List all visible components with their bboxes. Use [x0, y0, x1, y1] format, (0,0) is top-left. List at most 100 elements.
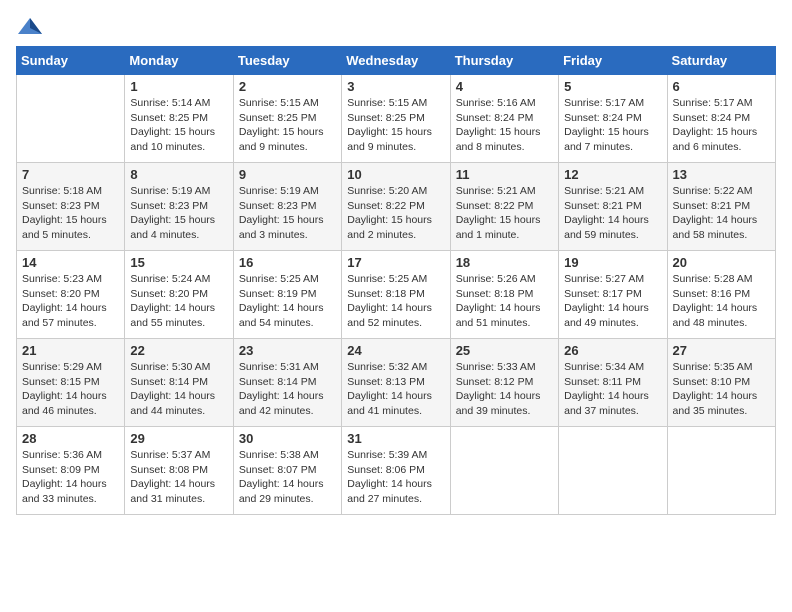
day-number: 16 — [239, 255, 336, 270]
week-row-2: 7 Sunrise: 5:18 AM Sunset: 8:23 PM Daylig… — [17, 163, 776, 251]
day-info: Sunrise: 5:37 AM Sunset: 8:08 PM Dayligh… — [130, 448, 227, 507]
day-number: 17 — [347, 255, 444, 270]
day-info: Sunrise: 5:17 AM Sunset: 8:24 PM Dayligh… — [564, 96, 661, 155]
week-row-5: 28 Sunrise: 5:36 AM Sunset: 8:09 PM Dayli… — [17, 427, 776, 515]
calendar-cell — [559, 427, 667, 515]
day-number: 31 — [347, 431, 444, 446]
day-info: Sunrise: 5:25 AM Sunset: 8:18 PM Dayligh… — [347, 272, 444, 331]
calendar-cell: 23Sunrise: 5:31 AM Sunset: 8:14 PM Dayli… — [233, 339, 341, 427]
day-number: 27 — [673, 343, 770, 358]
day-number: 13 — [673, 167, 770, 182]
day-number: 19 — [564, 255, 661, 270]
calendar-cell: 17 Sunrise: 5:25 AM Sunset: 8:18 PM Dayli… — [342, 251, 450, 339]
day-number: 26 — [564, 343, 661, 358]
calendar-table: SundayMondayTuesdayWednesdayThursdayFrid… — [16, 46, 776, 515]
calendar-cell: 31 Sunrise: 5:39 AM Sunset: 8:06 PM Dayli… — [342, 427, 450, 515]
calendar-cell: 7 Sunrise: 5:18 AM Sunset: 8:23 PM Daylig… — [17, 163, 125, 251]
day-info: Sunrise: 5:14 AM Sunset: 8:25 PM Dayligh… — [130, 96, 227, 155]
day-number: 24 — [347, 343, 444, 358]
calendar-cell: 4 Sunrise: 5:16 AM Sunset: 8:24 PM Daylig… — [450, 75, 558, 163]
day-info: Sunrise: 5:19 AM Sunset: 8:23 PM Dayligh… — [239, 184, 336, 243]
calendar-cell: 12 Sunrise: 5:21 AM Sunset: 8:21 PM Dayli… — [559, 163, 667, 251]
day-info: Sunrise: 5:36 AM Sunset: 8:09 PM Dayligh… — [22, 448, 119, 507]
day-info: Sunrise: 5:22 AM Sunset: 8:21 PM Dayligh… — [673, 184, 770, 243]
day-info: Sunrise: 5:32 AM Sunset: 8:13 PM Dayligh… — [347, 360, 444, 419]
day-number: 28 — [22, 431, 119, 446]
page-header — [16, 16, 776, 38]
calendar-cell: 22Sunrise: 5:30 AM Sunset: 8:14 PM Dayli… — [125, 339, 233, 427]
day-number: 9 — [239, 167, 336, 182]
day-number: 21 — [22, 343, 119, 358]
day-number: 30 — [239, 431, 336, 446]
header-day-wednesday: Wednesday — [342, 47, 450, 75]
calendar-cell: 20 Sunrise: 5:28 AM Sunset: 8:16 PM Dayli… — [667, 251, 775, 339]
day-number: 11 — [456, 167, 553, 182]
calendar-cell: 26Sunrise: 5:34 AM Sunset: 8:11 PM Dayli… — [559, 339, 667, 427]
day-info: Sunrise: 5:25 AM Sunset: 8:19 PM Dayligh… — [239, 272, 336, 331]
week-row-4: 21 Sunrise: 5:29 AM Sunset: 8:15 PM Dayli… — [17, 339, 776, 427]
week-row-1: 1 Sunrise: 5:14 AM Sunset: 8:25 PM Daylig… — [17, 75, 776, 163]
calendar-cell: 21 Sunrise: 5:29 AM Sunset: 8:15 PM Dayli… — [17, 339, 125, 427]
calendar-cell: 2 Sunrise: 5:15 AM Sunset: 8:25 PM Daylig… — [233, 75, 341, 163]
day-info: Sunrise: 5:39 AM Sunset: 8:06 PM Dayligh… — [347, 448, 444, 507]
header-day-tuesday: Tuesday — [233, 47, 341, 75]
calendar-cell: 6 Sunrise: 5:17 AM Sunset: 8:24 PM Daylig… — [667, 75, 775, 163]
calendar-cell: 9 Sunrise: 5:19 AM Sunset: 8:23 PM Daylig… — [233, 163, 341, 251]
header-day-saturday: Saturday — [667, 47, 775, 75]
calendar-cell: 8Sunrise: 5:19 AM Sunset: 8:23 PM Daylig… — [125, 163, 233, 251]
day-info: Sunrise: 5:35 AM Sunset: 8:10 PM Dayligh… — [673, 360, 770, 419]
day-info: Sunrise: 5:23 AM Sunset: 8:20 PM Dayligh… — [22, 272, 119, 331]
calendar-cell — [667, 427, 775, 515]
calendar-cell: 18 Sunrise: 5:26 AM Sunset: 8:18 PM Dayli… — [450, 251, 558, 339]
calendar-cell: 13 Sunrise: 5:22 AM Sunset: 8:21 PM Dayli… — [667, 163, 775, 251]
day-number: 3 — [347, 79, 444, 94]
logo-icon — [16, 16, 44, 38]
day-number: 5 — [564, 79, 661, 94]
day-number: 14 — [22, 255, 119, 270]
day-info: Sunrise: 5:17 AM Sunset: 8:24 PM Dayligh… — [673, 96, 770, 155]
calendar-cell: 25Sunrise: 5:33 AM Sunset: 8:12 PM Dayli… — [450, 339, 558, 427]
day-info: Sunrise: 5:38 AM Sunset: 8:07 PM Dayligh… — [239, 448, 336, 507]
day-info: Sunrise: 5:24 AM Sunset: 8:20 PM Dayligh… — [130, 272, 227, 331]
day-number: 1 — [130, 79, 227, 94]
day-number: 20 — [673, 255, 770, 270]
day-number: 10 — [347, 167, 444, 182]
day-info: Sunrise: 5:19 AM Sunset: 8:23 PM Dayligh… — [130, 184, 227, 243]
day-info: Sunrise: 5:16 AM Sunset: 8:24 PM Dayligh… — [456, 96, 553, 155]
header-day-friday: Friday — [559, 47, 667, 75]
day-number: 4 — [456, 79, 553, 94]
calendar-cell: 30 Sunrise: 5:38 AM Sunset: 8:07 PM Dayli… — [233, 427, 341, 515]
day-info: Sunrise: 5:33 AM Sunset: 8:12 PM Dayligh… — [456, 360, 553, 419]
calendar-cell: 3Sunrise: 5:15 AM Sunset: 8:25 PM Daylig… — [342, 75, 450, 163]
day-number: 18 — [456, 255, 553, 270]
header-day-sunday: Sunday — [17, 47, 125, 75]
day-info: Sunrise: 5:21 AM Sunset: 8:22 PM Dayligh… — [456, 184, 553, 243]
day-number: 12 — [564, 167, 661, 182]
day-info: Sunrise: 5:26 AM Sunset: 8:18 PM Dayligh… — [456, 272, 553, 331]
calendar-cell — [17, 75, 125, 163]
day-number: 22 — [130, 343, 227, 358]
day-info: Sunrise: 5:31 AM Sunset: 8:14 PM Dayligh… — [239, 360, 336, 419]
day-info: Sunrise: 5:18 AM Sunset: 8:23 PM Dayligh… — [22, 184, 119, 243]
calendar-header-row: SundayMondayTuesdayWednesdayThursdayFrid… — [17, 47, 776, 75]
day-info: Sunrise: 5:21 AM Sunset: 8:21 PM Dayligh… — [564, 184, 661, 243]
calendar-cell: 1 Sunrise: 5:14 AM Sunset: 8:25 PM Daylig… — [125, 75, 233, 163]
week-row-3: 14 Sunrise: 5:23 AM Sunset: 8:20 PM Dayli… — [17, 251, 776, 339]
calendar-cell: 16 Sunrise: 5:25 AM Sunset: 8:19 PM Dayli… — [233, 251, 341, 339]
day-number: 15 — [130, 255, 227, 270]
calendar-cell — [450, 427, 558, 515]
day-info: Sunrise: 5:15 AM Sunset: 8:25 PM Dayligh… — [239, 96, 336, 155]
header-day-thursday: Thursday — [450, 47, 558, 75]
day-number: 6 — [673, 79, 770, 94]
calendar-cell: 11 Sunrise: 5:21 AM Sunset: 8:22 PM Dayli… — [450, 163, 558, 251]
day-number: 29 — [130, 431, 227, 446]
header-day-monday: Monday — [125, 47, 233, 75]
calendar-cell: 19Sunrise: 5:27 AM Sunset: 8:17 PM Dayli… — [559, 251, 667, 339]
day-number: 2 — [239, 79, 336, 94]
calendar-cell: 5 Sunrise: 5:17 AM Sunset: 8:24 PM Daylig… — [559, 75, 667, 163]
day-info: Sunrise: 5:29 AM Sunset: 8:15 PM Dayligh… — [22, 360, 119, 419]
day-info: Sunrise: 5:28 AM Sunset: 8:16 PM Dayligh… — [673, 272, 770, 331]
day-number: 7 — [22, 167, 119, 182]
calendar-cell: 14 Sunrise: 5:23 AM Sunset: 8:20 PM Dayli… — [17, 251, 125, 339]
calendar-cell: 28 Sunrise: 5:36 AM Sunset: 8:09 PM Dayli… — [17, 427, 125, 515]
